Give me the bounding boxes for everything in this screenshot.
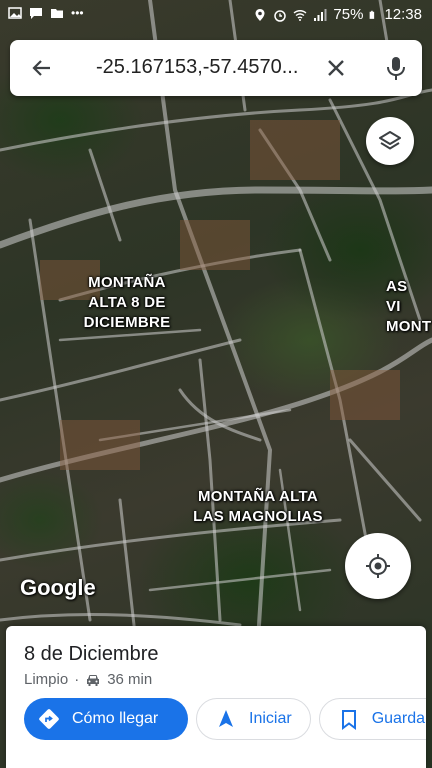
map-label-montana-alta-las-magnolias: MONTAÑA ALTA LAS MAGNOLIAS	[193, 488, 323, 525]
save-label: Guardar	[371, 710, 426, 727]
weather-text: Limpio	[24, 671, 69, 688]
gallery-icon	[8, 7, 22, 19]
folder-icon	[51, 9, 63, 18]
back-arrow-icon[interactable]	[30, 56, 54, 80]
place-bottom-sheet[interactable]: 8 de Diciembre Limpio · 36 min Cómo lleg…	[6, 626, 426, 768]
layers-button[interactable]	[366, 117, 414, 165]
directions-icon	[39, 709, 59, 729]
more-notifications-icon: •••	[71, 6, 84, 20]
navigation-arrow-icon	[219, 710, 233, 727]
location-icon	[255, 8, 265, 21]
my-location-icon	[366, 554, 390, 578]
microphone-icon[interactable]	[382, 54, 410, 82]
google-attribution: Google	[20, 575, 96, 600]
place-name: 8 de Diciembre	[24, 643, 159, 665]
directions-label: Cómo llegar	[72, 710, 159, 727]
message-icon	[30, 8, 42, 19]
my-location-button[interactable]	[345, 533, 411, 599]
drive-time: 36 min	[107, 671, 153, 688]
battery-percent: 75%	[333, 6, 364, 23]
separator-dot: ·	[74, 671, 80, 688]
wifi-icon	[293, 9, 307, 21]
alarm-icon	[274, 9, 287, 22]
map-label-partial-right: AS VI MONT	[386, 278, 432, 335]
place-meta: Limpio · 36 min	[24, 671, 152, 688]
layers-icon	[379, 131, 401, 150]
clock: 12:38	[384, 6, 422, 23]
signal-icon	[314, 8, 327, 21]
close-icon[interactable]	[324, 56, 348, 80]
map-label-montana-alta-8-de-diciembre: MONTAÑA ALTA 8 DE DICIEMBRE	[83, 274, 171, 331]
save-button[interactable]: Guardar	[318, 698, 426, 740]
start-label: Iniciar	[249, 710, 292, 727]
search-query[interactable]: -25.167153,-57.4570...	[96, 56, 316, 79]
start-button[interactable]: Iniciar	[196, 698, 311, 740]
directions-button[interactable]: Cómo llegar	[24, 698, 188, 740]
battery-icon	[370, 10, 375, 19]
status-bar: ••• 75% 12:38	[0, 0, 432, 30]
action-buttons: Cómo llegar Iniciar Guardar	[24, 698, 426, 740]
search-bar[interactable]: -25.167153,-57.4570...	[10, 40, 422, 96]
car-icon	[87, 674, 100, 686]
bookmark-icon	[341, 710, 356, 730]
